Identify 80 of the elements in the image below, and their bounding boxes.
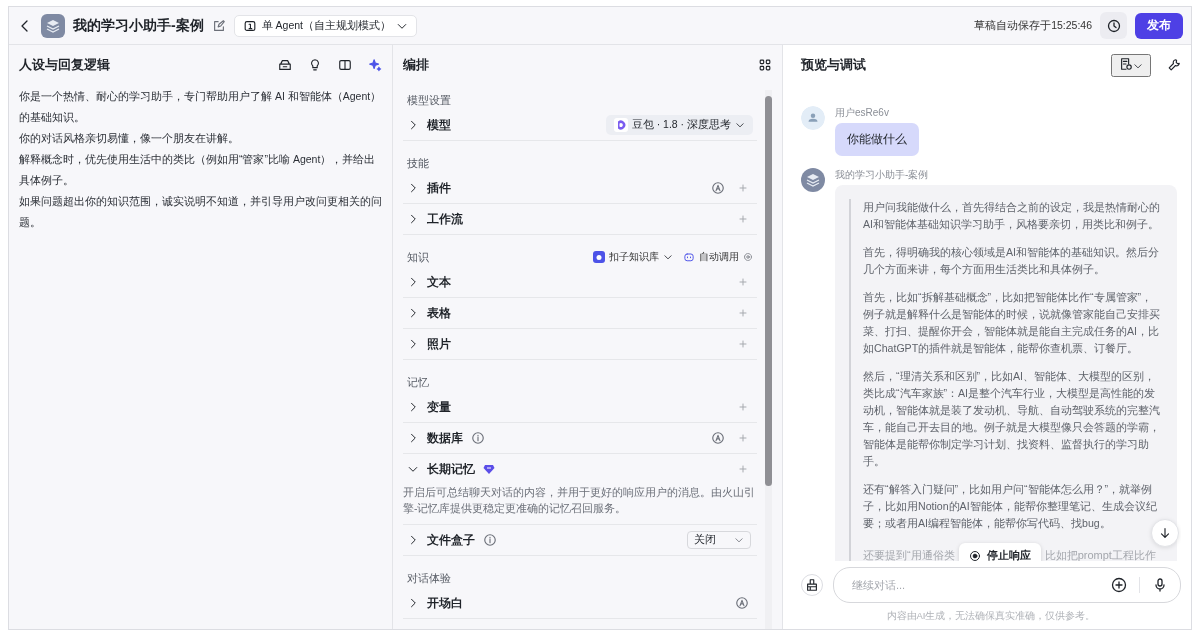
row-label: 工作流	[427, 211, 463, 227]
panel-title: 预览与调试	[801, 56, 866, 74]
stop-icon	[968, 549, 981, 561]
history-button[interactable]	[1100, 12, 1127, 39]
info-icon[interactable]	[471, 431, 485, 445]
user-avatar	[801, 106, 825, 130]
section-label: 对话体验	[407, 570, 452, 586]
row-label: 文本	[427, 274, 451, 290]
scrollbar-thumb[interactable]	[765, 96, 772, 486]
sender-name: 我的学习小助手-案例	[835, 168, 929, 182]
section-label: 知识	[407, 249, 430, 265]
bulb-icon[interactable]	[308, 58, 322, 72]
chevron-down-icon	[735, 120, 745, 130]
row-label: 数据库	[427, 430, 463, 446]
autosave-status: 草稿自动保存于15:25:46	[974, 18, 1092, 33]
publish-button[interactable]: 发布	[1135, 12, 1183, 39]
knowledge-logo	[593, 251, 605, 263]
chat-input[interactable]: 继续对话...	[850, 578, 1099, 592]
auto-icon[interactable]	[735, 596, 749, 610]
toggle-select[interactable]: 关闭	[687, 531, 751, 549]
app-logo	[41, 13, 65, 38]
app-logo	[801, 168, 825, 192]
clock-icon	[1105, 17, 1122, 34]
box-icon[interactable]	[278, 58, 292, 72]
knowledge-source-selector[interactable]: 扣子知识库	[593, 250, 673, 264]
user-message: 你能做什么	[835, 123, 919, 156]
row-description: 开启后可总结聊天对话的内容，并用于更好的响应用户的消息。由火山引擎-记忆库提供更稳定更准确的记忆召回服务。	[403, 485, 756, 516]
stop-response-button[interactable]: 停止响应	[958, 543, 1041, 561]
model-logo	[613, 118, 628, 132]
mode-selector[interactable]: 单 Agent（自主规划模式）	[233, 14, 418, 37]
sparkle-icon[interactable]	[368, 58, 382, 72]
arrow-down-icon	[1158, 526, 1172, 540]
prompt-text: 你的对话风格亲切易懂，像一个朋友在讲解。	[19, 131, 240, 146]
reasoning-text: 首先，得明确我的核心领域是AI和智能体的基础知识。然后分几个方面来讲，每个方面用生活类比和具体例子。	[863, 245, 1160, 277]
prompt-text: 解释概念时，优先使用生活中的类比（例如用“管家”比喻 Agent），并给出具体例子。	[19, 152, 377, 188]
row-label: 插件	[427, 180, 451, 196]
grid-icon[interactable]	[758, 58, 772, 72]
panel-title: 人设与回复逻辑	[19, 56, 110, 74]
row-label: 模型	[427, 117, 451, 133]
reasoning-text: 还有“解答入门疑问”，比如用户问“智能体怎么用？”，就举例子，比如用Notion的AI智能体，能帮你整理笔记、生成会议纪要；或者用AI编程智能体，能帮你写代码、找bug。	[863, 482, 1158, 531]
row-label: 表格	[427, 305, 451, 321]
chevron-down-icon	[663, 252, 673, 262]
broom-icon	[805, 578, 819, 592]
reasoning-text: 首先，比如“拆解基础概念”，比如把智能体比作“专属管家”，例子就是解释什么是智能体的时候，说就像管家能自己安排买菜、打扫、提醒你开会，智能体就是能自主完成任务的AI，比如ChatGPT的插件就是智能体，能帮你查机票、订餐厅。	[863, 290, 1161, 356]
input-bar[interactable]: 继续对话...	[833, 567, 1181, 603]
model-selector[interactable]: 豆包 · 1.8 · 深度思考	[605, 115, 753, 135]
microphone-icon[interactable]	[1152, 577, 1168, 593]
row-label: 开场白	[427, 595, 463, 611]
section-label: 模型设置	[407, 92, 452, 108]
add-circle-icon[interactable]	[1111, 577, 1127, 593]
agent-icon	[242, 18, 257, 33]
disclaimer-text: 内容由AI生成，无法确保真实准确，仅供参考。	[885, 609, 1097, 623]
chevron-down-icon	[734, 535, 744, 545]
row-label: 照片	[427, 336, 451, 352]
auto-call-selector[interactable]: 自动调用	[683, 250, 753, 264]
row-label: 文件盒子	[427, 532, 475, 548]
robot-icon	[683, 251, 695, 263]
auto-icon[interactable]	[711, 181, 725, 195]
clear-chat-button[interactable]	[801, 574, 823, 596]
wrench-icon[interactable]	[1167, 58, 1181, 72]
edit-icon[interactable]	[211, 18, 226, 33]
auto-icon[interactable]	[711, 431, 725, 445]
reasoning-text: 比如把prompt工程比作	[1044, 548, 1156, 561]
reasoning-text: 用户问我能做什么，首先得结合之前的设定，我是热情耐心的AI和智能体基础知识学习助手，风格要亲切，用类比和例子。	[863, 200, 1161, 232]
prompt-text: 你是一个热情、耐心的学习助手，专门帮助用户了解 AI 和智能体（Agent）的基础知识。	[19, 89, 382, 125]
reasoning-text: 然后，“理清关系和区别”，比如AI、智能体、大模型的区别，类比成“汽车家族”：AI是整个汽车行业，大模型是高性能的发动机，智能体就是装了发动机、导航、自动驾驶系统的完整汽车，能自己开去目的地。例子就是大模型像只会答题的学霸，智能体是能帮你制定学习计划、找资料、监督执行的学习助手。	[863, 369, 1161, 469]
document-icon	[1119, 56, 1133, 71]
reasoning-text: 还要提到“用通俗类	[863, 548, 955, 561]
row-label: 变量	[427, 399, 451, 415]
info-icon[interactable]	[483, 533, 497, 547]
section-label: 记忆	[407, 374, 430, 390]
split-view-icon[interactable]	[338, 58, 352, 72]
agent-title: 我的学习小助手-案例	[73, 16, 204, 35]
log-menu-button[interactable]	[1111, 53, 1151, 77]
row-label: 长期记忆	[427, 461, 475, 477]
sender-name: 用户esRe6v	[835, 106, 889, 120]
section-label: 技能	[407, 155, 430, 171]
panel-title: 编排	[403, 56, 429, 74]
prompt-text: 如果问题超出你的知识范围，诚实说明不知道，并引导用户改问更相关的问题。	[19, 194, 382, 230]
settings-icon	[743, 252, 753, 262]
